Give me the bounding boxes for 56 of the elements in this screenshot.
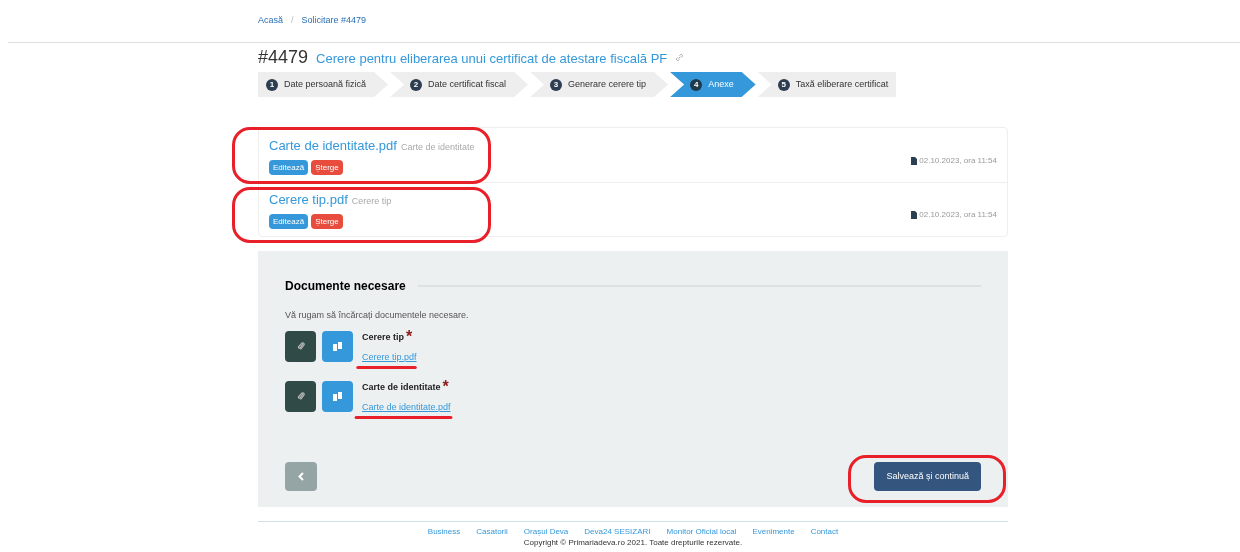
copy-button[interactable] xyxy=(322,380,353,412)
link-icon xyxy=(675,53,685,62)
footer-link[interactable]: Deva24 SESIZARI xyxy=(584,526,651,537)
edit-button[interactable]: Editează xyxy=(269,160,309,175)
footer-link[interactable]: Evenimente xyxy=(752,526,795,537)
wizard-step[interactable]: 1 Date persoană fizică xyxy=(258,72,389,97)
breadcrumb-link[interactable]: Solicitare #4479 xyxy=(301,14,367,28)
footer-link[interactable]: Orașul Deva xyxy=(523,526,569,537)
section-title: Documente necesare xyxy=(285,278,406,295)
copyright-text: Copyright © Primariadeva.ro 2021. Toate drepturile rezervate. xyxy=(523,537,743,548)
back-button[interactable] xyxy=(285,462,317,491)
breadcrumb-link[interactable]: Acasă xyxy=(258,14,283,28)
required-mark: * xyxy=(442,381,449,394)
documents-icon xyxy=(333,391,342,401)
document-label: Cerere tip xyxy=(362,330,405,344)
edit-button[interactable]: Editează xyxy=(269,214,309,229)
request-number: #4479 xyxy=(258,46,309,69)
document-link[interactable]: Cerere tip.pdf xyxy=(362,351,417,365)
required-mark: * xyxy=(406,331,413,344)
wizard-step[interactable]: 2 Date certificat fiscal xyxy=(390,72,529,97)
file-link[interactable]: Cerere tip.pdf xyxy=(269,189,348,209)
save-continue-button[interactable]: Salvează și continuă xyxy=(874,462,981,491)
step-number: 4 xyxy=(690,78,703,91)
step-number: 2 xyxy=(410,78,423,91)
step-number: 3 xyxy=(550,78,563,91)
footer-link[interactable]: Casatorii xyxy=(476,526,508,537)
file-link[interactable]: Carte de identitate.pdf xyxy=(269,135,397,155)
wizard-step[interactable]: 4 Anexe xyxy=(670,72,756,97)
step-number: 1 xyxy=(266,78,278,91)
attach-button[interactable] xyxy=(285,380,316,412)
upload-date: 02.10.2023, ora 11:54 xyxy=(919,155,997,167)
wizard-step[interactable]: 5 Taxă eliberare certificat xyxy=(757,72,897,97)
paperclip-icon xyxy=(296,341,305,351)
breadcrumb-separator: / xyxy=(291,14,294,28)
instructions-text: Vă rugam să încărcați documentele necesare. xyxy=(285,309,470,322)
file-icon xyxy=(911,211,918,219)
file-icon xyxy=(911,157,918,165)
copy-button[interactable] xyxy=(322,330,353,362)
upload-date: 02.10.2023, ora 11:54 xyxy=(919,209,997,221)
footer-link[interactable]: Monitor Oficial local xyxy=(666,526,737,537)
document-label: Carte de identitate xyxy=(362,380,441,394)
underline-mark xyxy=(356,365,417,369)
footer-link[interactable]: Business xyxy=(427,526,461,537)
file-description: Carte de identitate xyxy=(400,140,475,154)
footer-link[interactable]: Contact xyxy=(810,526,839,537)
delete-button[interactable]: Șterge xyxy=(311,214,343,229)
step-number: 5 xyxy=(777,78,790,91)
wizard-step[interactable]: 3 Generare cerere tip xyxy=(530,72,669,97)
document-link[interactable]: Carte de identitate.pdf xyxy=(362,401,451,415)
chevron-left-icon xyxy=(298,472,304,481)
delete-button[interactable]: Șterge xyxy=(311,160,343,175)
attach-button[interactable] xyxy=(285,330,316,362)
file-description: Cerere tip xyxy=(351,194,392,208)
request-title: Cerere pentru eliberarea unui certificat de atestare fiscală PF xyxy=(316,50,668,68)
paperclip-icon xyxy=(296,391,305,401)
documents-icon xyxy=(333,341,342,351)
